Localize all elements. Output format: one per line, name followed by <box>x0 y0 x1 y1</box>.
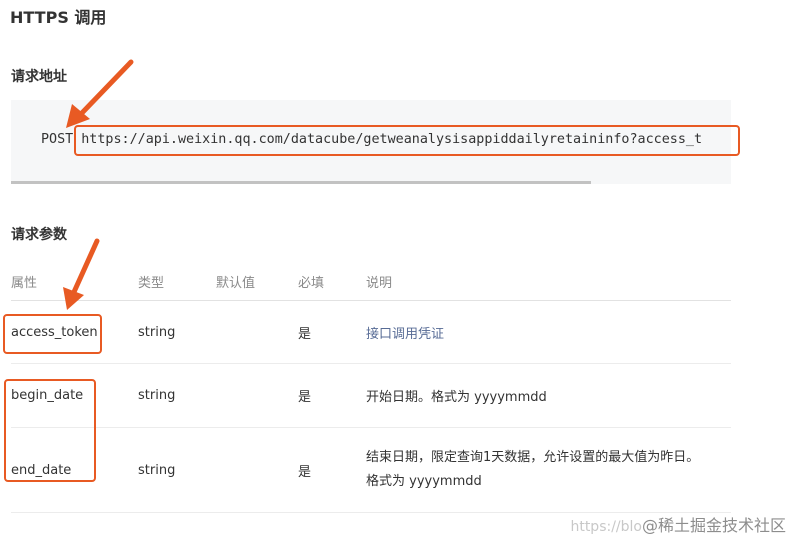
watermark: https://blo@稀土掘金技术社区 <box>570 512 786 536</box>
watermark-url: https://blo <box>570 519 642 535</box>
arrow-to-access-token-icon <box>63 238 100 310</box>
arrow-to-url-icon <box>66 59 134 128</box>
annotation-arrows <box>63 59 134 310</box>
watermark-brand: @稀土掘金技术社区 <box>641 516 786 535</box>
